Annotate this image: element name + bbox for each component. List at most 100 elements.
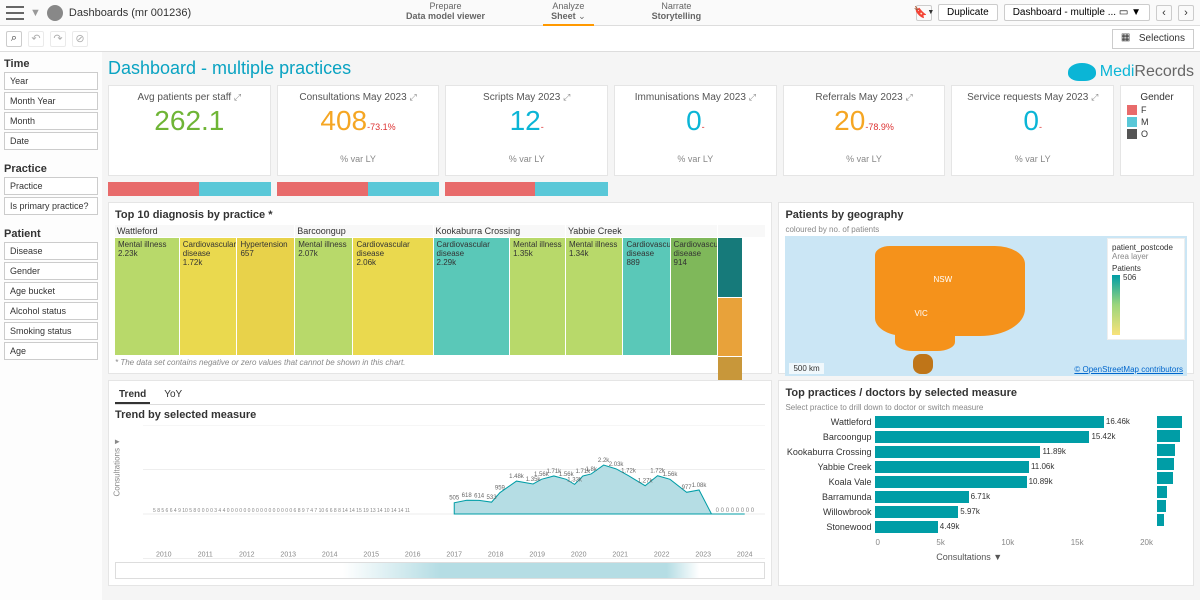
map-chart[interactable]: NSW VIC 500 km © OpenStreetMap contribut… (785, 236, 1187, 376)
next-sheet-icon[interactable]: › (1178, 5, 1194, 21)
filter-age-bucket[interactable]: Age bucket (4, 282, 98, 300)
external-icon: ⤢ (409, 92, 416, 102)
filter-year[interactable]: Year (4, 72, 98, 90)
treemap-cell[interactable]: Cardiovascular disease2.06k (353, 238, 432, 355)
logo: MediRecords (1068, 63, 1194, 81)
kpi-card[interactable]: Referrals May 2023 ⤢ 20-78.9%% var LY (783, 85, 946, 176)
treemap-cell[interactable]: Cardiovascular disease2.29k (434, 238, 510, 355)
gender-bar[interactable] (445, 182, 608, 196)
filter-gender[interactable]: Gender (4, 262, 98, 280)
ranking-bar-row[interactable]: Koala Vale10.89k (785, 476, 1153, 488)
tab-narrate[interactable]: Narrate Storytelling (644, 0, 710, 26)
svg-text:1.48k: 1.48k (509, 473, 525, 480)
selections-button[interactable]: ▦ Selections (1112, 29, 1194, 49)
filter-age[interactable]: Age (4, 342, 98, 360)
map-panel: Patients by geography coloured by no. of… (778, 202, 1194, 374)
bookmark-icon[interactable]: 🔖▼ (916, 5, 932, 21)
gradient-legend-icon (1112, 275, 1120, 335)
ranking-bar-row[interactable]: Willowbrook5.97k (785, 506, 1153, 518)
duplicate-button[interactable]: Duplicate (938, 4, 998, 21)
treemap-cell[interactable]: Mental illness1.35k (510, 238, 565, 355)
tab-trend[interactable]: Trend (115, 387, 150, 404)
ranking-chart[interactable]: Wattleford16.46k Barcoongup15.42k Kookabur… (785, 416, 1153, 579)
trend-minimap[interactable] (115, 562, 765, 579)
filter-alcohol[interactable]: Alcohol status (4, 302, 98, 320)
svg-text:2020: 2020 (571, 550, 587, 558)
ranking-xlabel[interactable]: Consultations ▼ (785, 552, 1153, 562)
ranking-bar-row[interactable]: Wattleford16.46k (785, 416, 1153, 428)
logo-text: MediRecords (1100, 63, 1194, 81)
ranking-bar-row[interactable]: Stonewood4.49k (785, 521, 1153, 533)
filter-smoking[interactable]: Smoking status (4, 322, 98, 340)
treemap-cell[interactable]: Hypertension657 (237, 238, 294, 355)
kpi-card[interactable]: Consultations May 2023 ⤢ 408-73.1%% var … (277, 85, 440, 176)
step-back-icon[interactable]: ↶ (28, 31, 44, 47)
kpi-card[interactable]: Service requests May 2023 ⤢ 0-% var LY (951, 85, 1114, 176)
map-attribution[interactable]: © OpenStreetMap contributors (1074, 365, 1183, 374)
top-toolbar: ▼ Dashboards (mr 001236) Prepare Data mo… (0, 0, 1200, 26)
step-forward-icon[interactable]: ↷ (50, 31, 66, 47)
trend-title: Trend by selected measure (115, 409, 765, 421)
svg-text:1.72k: 1.72k (621, 468, 637, 475)
filter-group-practice: Practice (4, 161, 98, 177)
filter-date[interactable]: Date (4, 132, 98, 150)
filter-month-year[interactable]: Month Year (4, 92, 98, 110)
svg-text:2015: 2015 (363, 550, 379, 558)
ranking-bar-row[interactable]: Kookaburra Crossing11.89k (785, 446, 1153, 458)
svg-text:2010: 2010 (156, 550, 172, 558)
ranking-bar-row[interactable]: Barramunda6.71k (785, 491, 1153, 503)
kpi-card[interactable]: Immunisations May 2023 ⤢ 0-% var LY (614, 85, 777, 176)
svg-text:2022: 2022 (654, 550, 670, 558)
trend-ylabel[interactable]: Consultations ▼ (113, 438, 122, 497)
page-title: Dashboard - multiple practices (108, 58, 351, 79)
svg-text:2017: 2017 (446, 550, 462, 558)
treemap-cell[interactable]: Cardiovascular disease1.72k (180, 238, 237, 355)
treemap-cell[interactable]: Mental illness2.07k (295, 238, 352, 355)
treemap-cell[interactable]: Mental illness1.34k (566, 238, 623, 355)
treemap-title: Top 10 diagnosis by practice * (115, 209, 765, 221)
svg-text:1.27k: 1.27k (638, 478, 654, 485)
smart-search-icon[interactable]: ⌕ (6, 31, 22, 47)
filter-month[interactable]: Month (4, 112, 98, 130)
tab-yoy[interactable]: YoY (160, 387, 186, 404)
menu-icon[interactable] (6, 6, 24, 20)
kpi-card[interactable]: Avg patients per staff ⤢ 262.1 (108, 85, 271, 176)
ranking-bar-row[interactable]: Yabbie Creek11.06k (785, 461, 1153, 473)
treemap-cell[interactable]: Cardiovascular disease914 (671, 238, 717, 355)
svg-text:0 0 0 0 0 0 0 0: 0 0 0 0 0 0 0 0 (716, 507, 755, 514)
gender-bar[interactable] (277, 182, 440, 196)
external-icon: ⤢ (1091, 92, 1098, 102)
filter-group-patient: Patient (4, 226, 98, 242)
filter-primary-practice[interactable]: Is primary practice? (4, 197, 98, 215)
svg-text:2013: 2013 (280, 550, 296, 558)
trend-chart[interactable]: Consultations ▼ 4k2k0-2k5056186145339591… (115, 425, 765, 559)
filter-sidebar: Time Year Month Year Month Date Practice… (0, 52, 102, 600)
treemap-cell[interactable]: Mental illness2.23k (115, 238, 179, 355)
svg-text:1.56k: 1.56k (663, 471, 679, 478)
treemap-practice-label: Barcoongup (295, 225, 432, 237)
map-title: Patients by geography (785, 209, 1187, 221)
svg-text:2011: 2011 (198, 550, 213, 558)
ranking-minimap[interactable] (1157, 416, 1187, 579)
treemap-chart[interactable]: WattlefordMental illness2.23kCardiovascu… (115, 225, 765, 355)
svg-text:2021: 2021 (612, 550, 628, 558)
breadcrumb[interactable]: Dashboards (mr 001236) (69, 7, 191, 19)
map-scale: 500 km (789, 363, 823, 374)
kpi-card[interactable]: Scripts May 2023 ⤢ 12-% var LY (445, 85, 608, 176)
tab-prepare[interactable]: Prepare Data model viewer (398, 0, 493, 26)
svg-text:2019: 2019 (529, 550, 545, 558)
prev-sheet-icon[interactable]: ‹ (1156, 5, 1172, 21)
map-label-vic: VIC (911, 308, 930, 319)
ranking-bar-row[interactable]: Barcoongup15.42k (785, 431, 1153, 443)
svg-text:977: 977 (682, 484, 693, 491)
filter-disease[interactable]: Disease (4, 242, 98, 260)
treemap-cell[interactable]: Cardiovascular disease889 (623, 238, 669, 355)
tab-analyze[interactable]: Analyze Sheet ⌄ (543, 0, 594, 26)
clear-selections-icon[interactable]: ⊘ (72, 31, 88, 47)
svg-text:618: 618 (462, 492, 473, 499)
sheet-selector[interactable]: Dashboard - multiple ... ▭ ▼ (1004, 4, 1150, 21)
filter-practice[interactable]: Practice (4, 177, 98, 195)
selections-icon: ▦ (1121, 32, 1135, 46)
gender-bar[interactable] (108, 182, 271, 196)
treemap-practice-label: Kookaburra Crossing (434, 225, 565, 237)
